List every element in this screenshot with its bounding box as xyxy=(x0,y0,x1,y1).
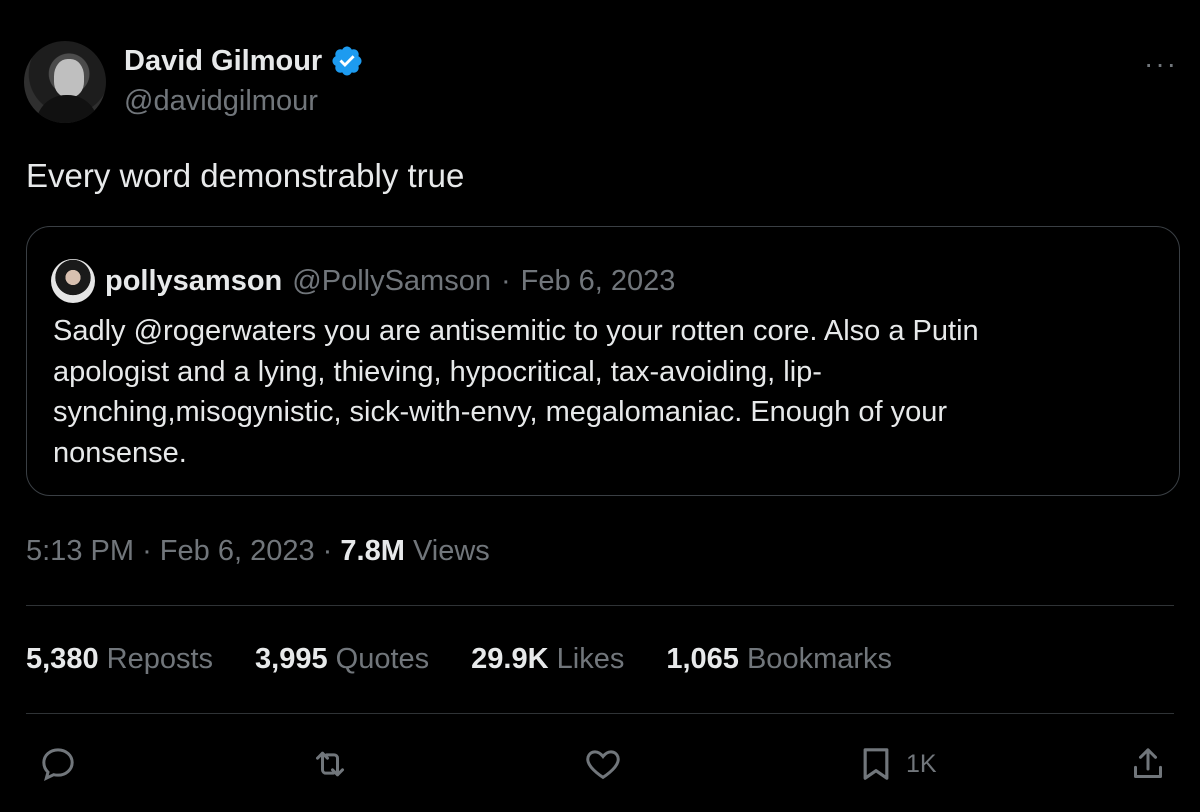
tweet-date[interactable]: Feb 6, 2023 xyxy=(160,535,315,567)
avatar-face xyxy=(54,59,84,97)
author-name[interactable]: David Gilmour xyxy=(124,45,322,78)
verified-badge-icon xyxy=(332,46,362,76)
heart-icon xyxy=(586,750,620,780)
quotes-count: 3,995 xyxy=(255,643,328,675)
quoted-author-handle: @PollySamson xyxy=(292,264,491,297)
reposts-count: 5,380 xyxy=(26,643,99,675)
quoted-tweet-text: Sadly @rogerwaters you are antisemitic t… xyxy=(53,311,1143,473)
likes-stat[interactable]: 29.9K Likes xyxy=(471,643,624,676)
timestamp-separator: · xyxy=(322,535,333,567)
quotes-label: Quotes xyxy=(335,643,430,675)
avatar-body xyxy=(36,95,98,123)
more-options-icon[interactable]: ··· xyxy=(1144,48,1178,80)
reposts-label: Reposts xyxy=(106,643,214,675)
bookmark-icon xyxy=(863,748,889,780)
bookmarks-label: Bookmarks xyxy=(746,643,893,675)
quoted-tweet-header: pollysamson @PollySamson · Feb 6, 2023 xyxy=(51,259,675,303)
repost-button[interactable] xyxy=(310,744,350,784)
quotes-stat[interactable]: 3,995 Quotes xyxy=(255,643,429,676)
engagement-stats: 5,380 Reposts 3,995 Quotes 29.9K Likes 1… xyxy=(26,643,892,676)
quoted-text-line: synching,misogynistic, sick-with-envy, m… xyxy=(53,396,948,428)
quoted-tweet-card[interactable]: pollysamson @PollySamson · Feb 6, 2023 S… xyxy=(26,226,1180,496)
divider xyxy=(26,713,1174,714)
share-icon xyxy=(1134,748,1162,778)
reply-button[interactable] xyxy=(38,744,78,784)
quoted-text-line: apologist and a lying, thieving, hypocri… xyxy=(53,355,822,388)
share-button[interactable] xyxy=(1128,744,1168,784)
author-name-row: David Gilmour xyxy=(124,44,364,78)
bookmark-button[interactable]: 1K xyxy=(856,744,937,784)
quoted-text-line: Sadly @rogerwaters you are antisemitic t… xyxy=(53,315,979,347)
reply-icon xyxy=(42,748,74,781)
quoted-date: Feb 6, 2023 xyxy=(520,264,676,297)
tweet-text: Every word demonstrably true xyxy=(26,157,465,194)
bookmarks-count: 1,065 xyxy=(666,643,739,675)
author-avatar[interactable] xyxy=(24,41,106,123)
tweet-time[interactable]: 5:13 PM xyxy=(26,535,134,567)
likes-label: Likes xyxy=(556,643,625,675)
quoted-author-avatar xyxy=(51,259,95,303)
tweet-timestamp: 5:13 PM · Feb 6, 2023 · 7.8M Views xyxy=(26,535,490,568)
quoted-separator: · xyxy=(500,264,511,297)
bookmark-count: 1K xyxy=(906,749,937,778)
author-handle[interactable]: @davidgilmour xyxy=(124,85,318,118)
quoted-author-name: pollysamson xyxy=(105,264,283,297)
timestamp-separator: · xyxy=(142,535,152,567)
bookmarks-stat[interactable]: 1,065 Bookmarks xyxy=(666,643,892,676)
quoted-text-line: nonsense. xyxy=(53,436,187,469)
action-bar: 1K xyxy=(0,738,1200,790)
reposts-stat[interactable]: 5,380 Reposts xyxy=(26,643,213,676)
likes-count: 29.9K xyxy=(471,643,549,675)
views-label: Views xyxy=(412,535,490,567)
views-count: 7.8M xyxy=(340,535,405,567)
like-button[interactable] xyxy=(583,744,623,784)
divider xyxy=(26,605,1174,606)
repost-icon xyxy=(316,751,344,777)
